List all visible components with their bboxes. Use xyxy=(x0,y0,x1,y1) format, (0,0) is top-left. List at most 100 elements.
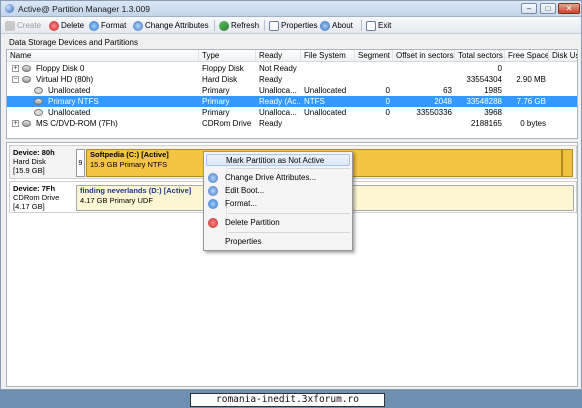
row-offset xyxy=(393,118,455,129)
about-button[interactable]: About xyxy=(320,19,353,32)
row-total-sectors: 1985 xyxy=(484,86,502,95)
menu-item-label: Change Drive Attributes... xyxy=(225,173,317,182)
partition-end-segment[interactable] xyxy=(562,149,573,177)
column-header-disk-usage[interactable]: Disk Usa xyxy=(549,50,577,62)
toolbar-separator xyxy=(214,20,215,31)
menu-item-delete-partition[interactable]: Delete Partition xyxy=(206,217,350,229)
unallocated-segment[interactable]: 9 xyxy=(76,149,85,177)
row-filesystem xyxy=(301,74,355,85)
column-header-total-sectors[interactable]: Total sectors xyxy=(455,50,505,62)
collapse-icon[interactable]: − xyxy=(12,76,19,83)
app-logo-icon xyxy=(5,4,14,13)
table-row[interactable]: + MS C/DVD-ROM (7Fh) CDRom Drive Ready 2… xyxy=(7,118,577,129)
row-free-space: 0 bytes xyxy=(520,119,546,128)
table-row[interactable]: − Virtual HD (80h) Hard Disk Ready 33554… xyxy=(7,74,577,85)
column-header-offset[interactable]: Offset in sectors xyxy=(393,50,455,62)
row-segment xyxy=(355,63,393,74)
partition-icon xyxy=(34,98,43,105)
row-ready: Unalloca... xyxy=(259,108,297,117)
row-offset: 33550336 xyxy=(416,108,452,117)
delete-icon xyxy=(208,218,218,228)
help-icon xyxy=(320,20,330,31)
title-bar: Active@ Partition Manager 1.3.009 – □ ✕ xyxy=(1,1,581,17)
table-row[interactable]: + Floppy Disk 0 Floppy Disk Not Ready 0 xyxy=(7,63,577,74)
devices-list[interactable]: Name Type Ready File System Segment Offs… xyxy=(6,49,578,139)
menu-item-edit-boot[interactable]: Edit Boot... xyxy=(206,185,350,197)
maximize-button[interactable]: □ xyxy=(540,3,556,14)
refresh-icon xyxy=(219,20,229,31)
row-type: Primary xyxy=(202,108,230,117)
properties-button[interactable]: Properties xyxy=(269,19,317,32)
row-name: Unallocated xyxy=(48,108,91,117)
minimize-button[interactable]: – xyxy=(521,3,537,14)
delete-label: Delete xyxy=(61,21,85,30)
row-filesystem: Unallocated xyxy=(304,86,347,95)
create-label: Create xyxy=(17,21,42,30)
column-header-name[interactable]: Name xyxy=(7,50,199,62)
expand-icon[interactable]: + xyxy=(12,65,19,72)
close-button[interactable]: ✕ xyxy=(558,3,580,14)
exit-button[interactable]: Exit xyxy=(366,19,391,32)
row-name: MS C/DVD-ROM (7Fh) xyxy=(36,119,118,128)
properties-icon xyxy=(269,20,279,31)
change-attributes-button[interactable]: Change Attributes xyxy=(133,19,209,32)
menu-item-format[interactable]: Format... xyxy=(206,198,350,210)
row-free-space: 2.90 MB xyxy=(516,75,546,84)
delete-button[interactable]: Delete xyxy=(49,19,84,32)
device-header: Device: 7Fh xyxy=(13,184,56,193)
column-header-free-space[interactable]: Free Space xyxy=(505,50,549,62)
column-header-segment[interactable]: Segment xyxy=(355,50,393,62)
row-ready: Ready (Ac... xyxy=(259,97,301,106)
row-free-space xyxy=(505,63,549,74)
format-button[interactable]: Format xyxy=(89,19,126,32)
device-kind: Hard Disk xyxy=(13,157,46,166)
row-segment: 0 xyxy=(385,97,390,106)
row-type: Primary xyxy=(202,97,230,106)
table-row[interactable]: Unallocated Primary Unalloca... Unalloca… xyxy=(7,85,577,96)
format-label: Format xyxy=(101,21,127,30)
row-segment xyxy=(355,118,393,129)
device-size: [4.17 GB] xyxy=(13,202,45,211)
row-offset: 2048 xyxy=(434,97,452,106)
attributes-icon xyxy=(208,173,218,183)
cd-drive-icon xyxy=(22,120,31,127)
row-free-space: 7.76 GB xyxy=(516,97,546,106)
row-offset xyxy=(393,74,455,85)
create-button[interactable]: Create xyxy=(5,19,41,32)
row-name: Unallocated xyxy=(48,86,91,95)
menu-item-label: Delete Partition xyxy=(225,218,280,227)
toolbar: Create Delete Format Change Attributes R… xyxy=(1,17,581,34)
table-row-selected[interactable]: Primary NTFS Primary Ready (Ac... NTFS 0… xyxy=(7,96,577,107)
row-free-space xyxy=(505,107,549,118)
device-size: [15.9 GB] xyxy=(13,166,45,175)
column-header-filesystem[interactable]: File System xyxy=(301,50,355,62)
row-type: Primary xyxy=(202,86,230,95)
row-type: CDRom Drive xyxy=(202,119,252,128)
row-offset xyxy=(393,63,455,74)
row-total-sectors: 3968 xyxy=(484,108,502,117)
row-free-space xyxy=(505,85,549,96)
column-header-type[interactable]: Type xyxy=(199,50,256,62)
row-ready: Ready xyxy=(259,75,283,84)
row-segment: 0 xyxy=(385,86,390,95)
table-row[interactable]: Unallocated Primary Unalloca... Unalloca… xyxy=(7,107,577,118)
context-menu: Mark Partition as Not Active Change Driv… xyxy=(203,151,353,251)
device-info: Device: 80h Hard Disk [15.9 GB] xyxy=(10,146,74,178)
expand-icon[interactable]: + xyxy=(12,120,19,127)
menu-separator xyxy=(228,213,350,214)
exit-icon xyxy=(366,20,376,31)
row-total-sectors: 33548288 xyxy=(466,97,502,106)
menu-item-mark-not-active[interactable]: Mark Partition as Not Active xyxy=(206,154,350,166)
refresh-button[interactable]: Refresh xyxy=(219,19,259,32)
row-total-sectors: 2188165 xyxy=(470,119,502,128)
device-header: Device: 80h xyxy=(13,148,55,157)
floppy-disk-icon xyxy=(22,65,31,72)
menu-item-change-drive-attributes[interactable]: Change Drive Attributes... xyxy=(206,172,350,184)
column-header-ready[interactable]: Ready xyxy=(256,50,301,62)
menu-item-label: Format... xyxy=(225,199,258,208)
list-header: Name Type Ready File System Segment Offs… xyxy=(7,50,577,62)
menu-item-label: Edit Boot... xyxy=(225,186,265,195)
change-attributes-label: Change Attributes xyxy=(145,21,209,30)
footer-bar: romania-inedit.3xforum.ro xyxy=(0,390,582,408)
menu-item-properties[interactable]: Properties xyxy=(206,236,350,248)
